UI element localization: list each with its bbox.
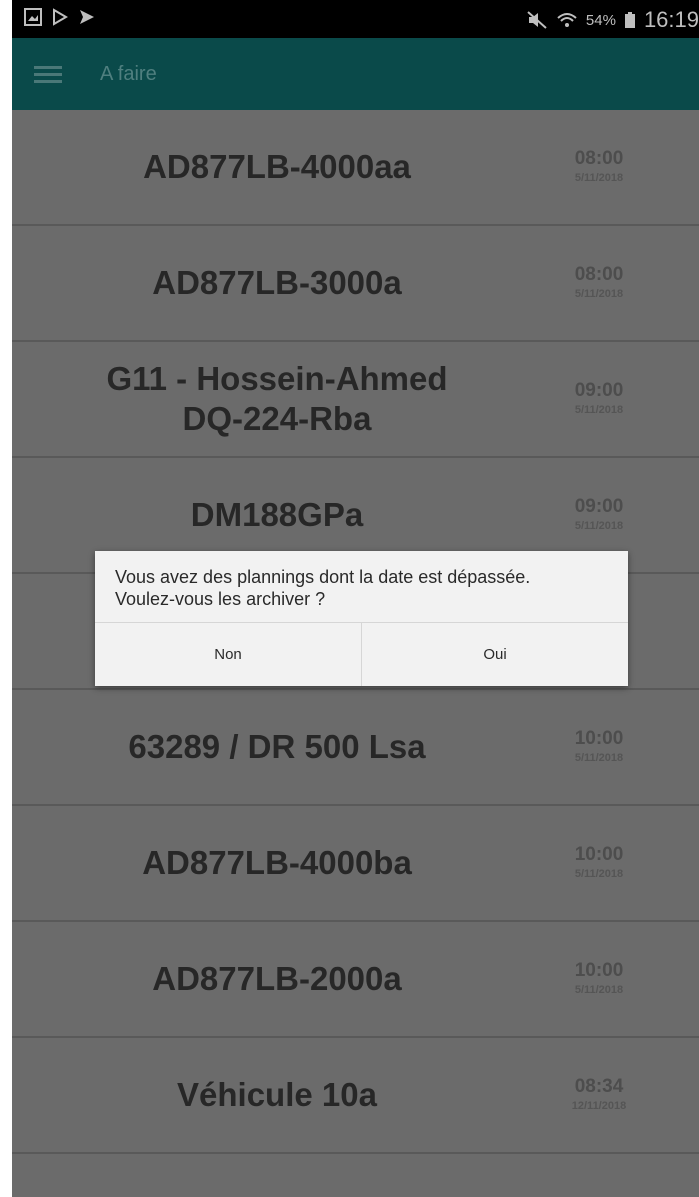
app-bar: A faire [12,38,699,110]
schedule-date: 5/11/2018 [574,868,624,880]
archive-dialog: Vous avez des plannings dont la date est… [95,551,628,686]
mute-icon [527,11,547,29]
vehicle-name: AD877LB-3000a [152,264,402,301]
system-icons: 54% 16:19 [526,7,699,33]
list-item[interactable]: AD877LB-2000a 10:00 5/11/2018 [12,922,699,1038]
send-icon [80,10,94,24]
page-title: A faire [100,63,157,85]
clock: 16:19 [643,7,699,32]
no-button[interactable]: Non [95,623,361,686]
vehicle-name: 63289 / DR 500 Lsa [128,728,426,765]
schedule-time: 08:00 [574,148,624,169]
battery-icon [624,12,635,28]
notification-icons [24,8,96,26]
schedule-date: 5/11/2018 [574,520,624,532]
vehicle-name: AD877LB-4000ba [142,844,412,881]
vehicle-name: Véhicule 10a [177,1076,377,1113]
vehicle-name: AD877LB-2000a [152,960,402,997]
schedule-date: 12/11/2018 [571,1100,627,1112]
schedule: 08:00 5/11/2018 [554,148,644,184]
list-item[interactable]: AD877LB-4000ba 10:00 5/11/2018 [12,806,699,922]
schedule-date: 5/11/2018 [574,984,624,996]
schedule-time: 09:00 [574,380,624,401]
status-bar: 54% 16:19 [12,0,699,38]
menu-icon[interactable] [34,62,62,86]
schedule-date: 5/11/2018 [574,404,624,416]
schedule: 09:00 5/11/2018 [554,496,644,532]
dialog-actions: Non Oui [95,622,628,686]
vehicle-name: AD877LB-4000aa [143,148,411,185]
list-item[interactable]: G11 - Hossein-Ahmed DQ-224-Rba 09:00 5/11/… [12,342,699,458]
schedule: 10:00 5/11/2018 [554,960,644,996]
list-item[interactable]: 63289 / DR 500 Lsa 10:00 5/11/2018 [12,690,699,806]
schedule-time: 08:34 [574,1076,624,1097]
battery-percent: 54% [585,11,616,29]
schedule-time: 10:00 [574,960,624,981]
dialog-message: Vous avez des plannings dont la date est… [115,567,531,609]
schedule-date: 5/11/2018 [574,752,624,764]
schedule-time: 10:00 [574,728,624,749]
yes-button[interactable]: Oui [361,623,628,686]
play-store-icon [53,8,68,26]
schedule: 08:00 5/11/2018 [554,264,644,300]
list-item[interactable]: AD877LB-4000aa 08:00 5/11/2018 [12,110,699,226]
schedule: 10:00 5/11/2018 [554,728,644,764]
vehicle-name: G11 - Hossein-Ahmed DQ-224-Rba [106,360,448,437]
schedule: 08:34 12/11/2018 [554,1076,644,1112]
schedule-date: 5/11/2018 [574,288,624,300]
schedule: 09:00 5/11/2018 [554,380,644,416]
schedule-date: 5/11/2018 [574,172,624,184]
list-item[interactable]: AD877LB-3000a 08:00 5/11/2018 [12,226,699,342]
schedule-time: 09:00 [574,496,624,517]
wifi-icon [557,13,577,27]
schedule-time: 10:00 [574,844,624,865]
schedule: 10:00 5/11/2018 [554,844,644,880]
schedule-time: 08:00 [574,264,624,285]
list-item[interactable]: Véhicule 10a 08:34 12/11/2018 [12,1038,699,1154]
gallery-icon [24,8,42,26]
screen: 54% 16:19 A faire AD877LB-4000aa 08:00 5/1… [12,0,699,1197]
